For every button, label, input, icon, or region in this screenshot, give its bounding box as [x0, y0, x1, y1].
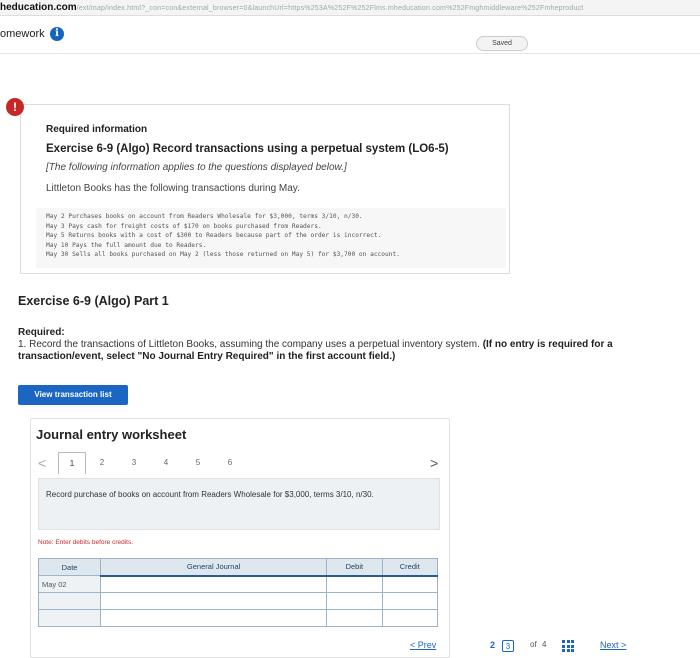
homework-title: omework — [0, 28, 45, 40]
column-header-debit: Debit — [326, 558, 383, 576]
journal-row — [37, 592, 439, 610]
question-pager: < Prev 2 3 of 4 Next > — [410, 640, 700, 658]
debit-cell[interactable] — [326, 592, 383, 610]
account-cell[interactable] — [100, 592, 328, 610]
task-description-box — [38, 478, 440, 530]
alert-icon: ! — [6, 98, 24, 116]
date-cell[interactable]: May 02 — [37, 575, 102, 593]
required-text: 1. Record the transactions of Littleton … — [18, 339, 480, 350]
debit-cell[interactable] — [326, 609, 383, 627]
transaction-line: May 5 Returns books with a cost of $300 … — [46, 232, 382, 239]
prev-label: Prev — [417, 640, 437, 650]
worksheet-tab-5[interactable]: 5 — [182, 452, 214, 474]
chevron-left-icon[interactable]: < — [38, 455, 46, 471]
current-page[interactable]: 3 — [502, 640, 514, 652]
chevron-right-icon[interactable]: > — [430, 455, 438, 471]
worksheet-title: Journal entry worksheet — [36, 427, 187, 442]
transaction-line: May 30 Sells all books purchased on May … — [46, 251, 400, 258]
chevron-left-icon: < — [410, 640, 416, 650]
journal-entry-table: Date General Journal Debit Credit May 02 — [37, 558, 439, 627]
transaction-line: May 3 Pays cash for freight costs of $17… — [46, 222, 322, 230]
next-label: Next — [600, 640, 619, 650]
homework-header: omework i Saved — [0, 18, 700, 54]
column-header-general-journal: General Journal — [100, 558, 328, 576]
worksheet-page-tabs: 1 2 3 4 5 6 — [58, 452, 246, 474]
transactions-list: May 2 Purchases books on account from Re… — [46, 212, 501, 260]
required-information-heading: Required information — [46, 124, 148, 135]
account-cell[interactable] — [100, 574, 328, 593]
applies-note: [The following information applies to th… — [46, 162, 347, 173]
worksheet-pagination: < 1 2 3 4 5 6 > — [34, 452, 444, 474]
next-button[interactable]: Next > — [600, 640, 626, 650]
worksheet-tab-1[interactable]: 1 — [58, 452, 86, 474]
saved-status-badge: Saved — [476, 36, 528, 51]
worksheet-tab-6[interactable]: 6 — [214, 452, 246, 474]
transactions-intro: Littleton Books has the following transa… — [46, 183, 300, 194]
transaction-line: May 10 Pays the full amount due to Reade… — [46, 241, 207, 249]
task-description: Record purchase of books on account from… — [46, 490, 374, 499]
date-cell[interactable] — [37, 609, 102, 627]
date-cell[interactable] — [37, 592, 102, 610]
credit-cell[interactable] — [381, 592, 439, 610]
page-count: of 4 — [530, 640, 546, 649]
worksheet-tab-3[interactable]: 3 — [118, 452, 150, 474]
page-link[interactable]: 2 — [490, 640, 495, 650]
required-label: Required: — [18, 327, 65, 338]
worksheet-tab-4[interactable]: 4 — [150, 452, 182, 474]
credit-cell[interactable] — [381, 574, 439, 593]
grid-icon[interactable] — [562, 640, 574, 652]
browser-address-bar[interactable]: heducation.com/ext/map/index.html?_con=c… — [0, 0, 700, 16]
chevron-right-icon: > — [621, 640, 627, 650]
of-label: of — [530, 640, 537, 649]
view-transaction-list-button[interactable]: View transaction list — [18, 385, 128, 405]
column-header-date: Date — [37, 558, 102, 576]
journal-row: May 02 — [37, 574, 439, 593]
transaction-line: May 2 Purchases books on account from Re… — [46, 213, 363, 220]
prev-button[interactable]: < Prev — [410, 640, 436, 650]
worksheet-tab-2[interactable]: 2 — [86, 452, 118, 474]
required-instructions: 1. Record the transactions of Littleton … — [18, 339, 658, 363]
part-title: Exercise 6-9 (Algo) Part 1 — [18, 294, 169, 308]
column-header-credit: Credit — [381, 558, 439, 576]
journal-row — [37, 609, 439, 627]
debits-note: Note: Enter debits before credits. — [38, 539, 134, 546]
account-cell[interactable] — [100, 609, 328, 627]
address-domain: heducation.com — [0, 2, 77, 13]
debit-cell[interactable] — [326, 574, 383, 593]
total-pages: 4 — [542, 640, 547, 649]
credit-cell[interactable] — [381, 609, 439, 627]
exercise-title: Exercise 6-9 (Algo) Record transactions … — [46, 143, 449, 155]
address-path: /ext/map/index.html?_con=con&external_br… — [76, 5, 584, 12]
info-icon[interactable]: i — [50, 27, 64, 41]
journal-header-row: Date General Journal Debit Credit — [37, 558, 439, 576]
